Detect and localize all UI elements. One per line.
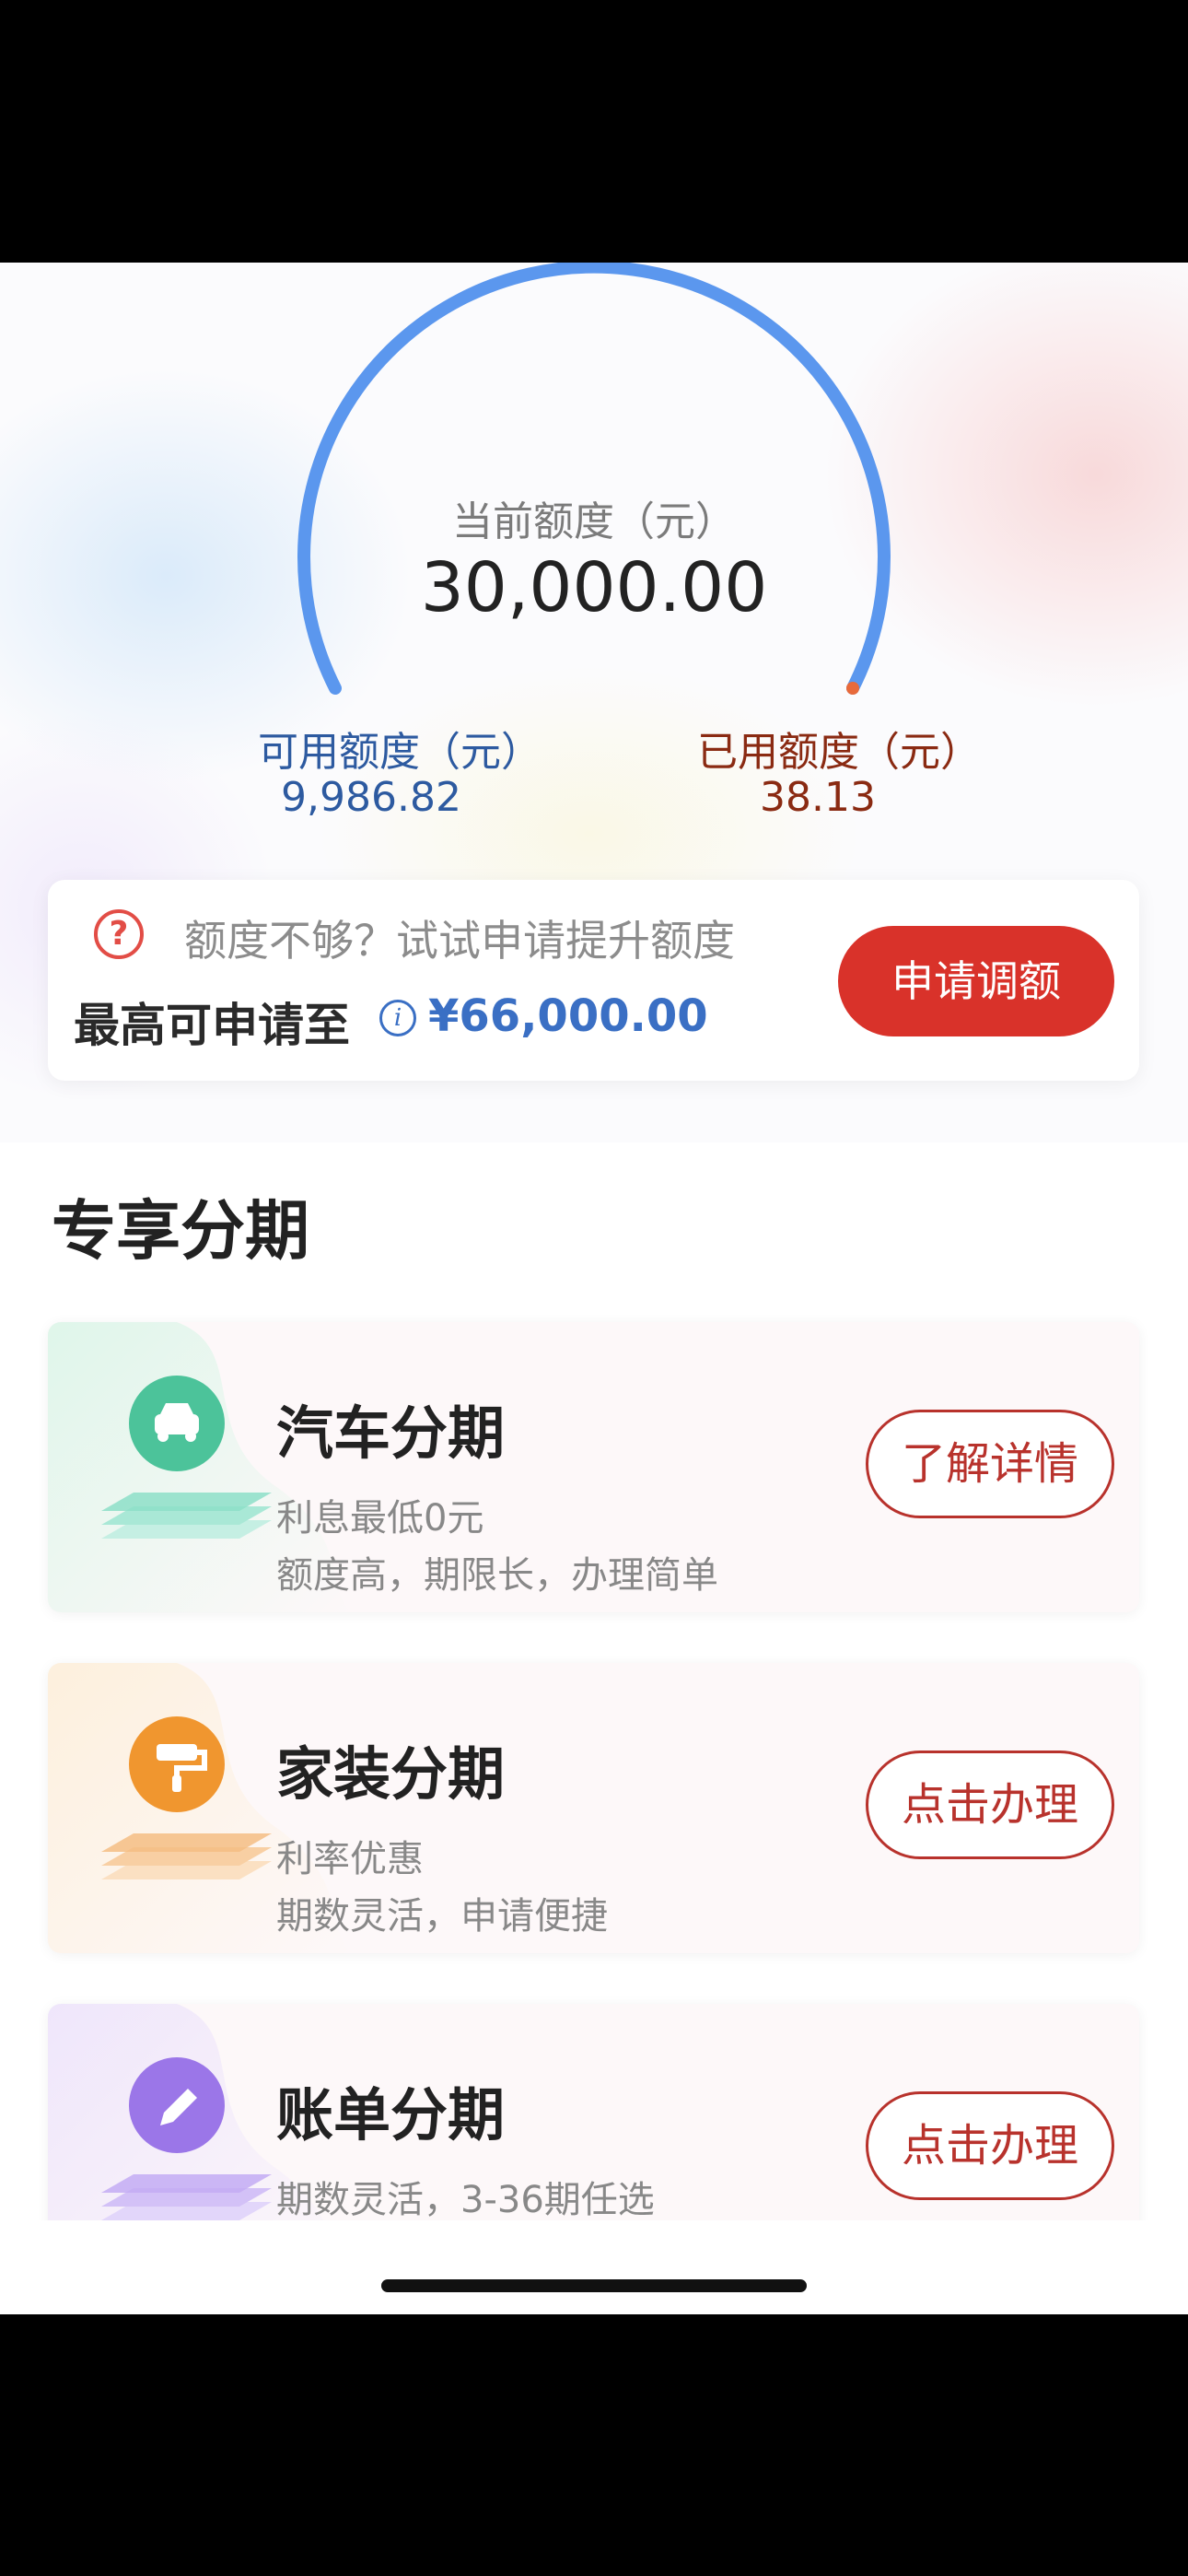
question-icon: ?	[94, 909, 144, 959]
product-card-home[interactable]: 家装分期 利率优惠 期数灵活，申请便捷 点击办理	[48, 1663, 1139, 1953]
info-icon[interactable]: i	[379, 1000, 416, 1036]
available-limit-label: 可用额度（元）	[258, 729, 542, 776]
paint-roller-icon	[64, 1700, 285, 1912]
used-limit-label: 已用额度（元）	[697, 729, 981, 776]
max-apply-value: ¥66,000.00	[428, 990, 708, 1042]
home-indicator[interactable]	[381, 2279, 807, 2292]
learn-more-button[interactable]: 了解详情	[866, 1410, 1114, 1518]
current-limit-label: 当前额度（元）	[452, 498, 736, 545]
product-name: 家装分期	[276, 1740, 506, 1808]
product-feature: 期数灵活，申请便捷	[276, 1895, 608, 1938]
raise-limit-card: ? 额度不够？试试申请提升额度 最高可申请至 i ¥66,000.00 申请调额	[48, 880, 1139, 1081]
product-feature: 利息最低0元	[276, 1497, 484, 1540]
credit-hero: 当前额度（元） 30,000.00 可用额度（元） 9,986.82 已用额度（…	[0, 263, 1188, 1142]
product-feature: 期数灵活，3-36期任选	[276, 2179, 655, 2221]
product-feature: 利率优惠	[276, 1838, 424, 1880]
product-name: 汽车分期	[276, 1399, 506, 1467]
max-apply-label: 最高可申请至	[74, 999, 350, 1052]
product-name: 账单分期	[276, 2081, 506, 2149]
apply-button[interactable]: 点击办理	[866, 2091, 1114, 2200]
product-card-car[interactable]: 汽车分期 利息最低0元 额度高，期限长，办理简单 了解详情	[48, 1322, 1139, 1612]
current-limit-value: 30,000.00	[420, 548, 768, 627]
bottom-bar	[0, 2220, 1188, 2314]
used-limit-value: 38.13	[760, 774, 876, 821]
raise-hint-text: 额度不够？试试申请提升额度	[184, 916, 735, 966]
product-feature: 额度高，期限长，办理简单	[276, 1554, 718, 1597]
apply-button[interactable]: 点击办理	[866, 1751, 1114, 1859]
app-screen: 当前额度（元） 30,000.00 可用额度（元） 9,986.82 已用额度（…	[0, 263, 1188, 2314]
apply-adjust-button[interactable]: 申请调额	[838, 926, 1114, 1036]
car-icon	[64, 1359, 285, 1571]
available-limit-value: 9,986.82	[281, 774, 461, 821]
gauge-used-marker	[846, 682, 859, 695]
section-title: 专享分期	[52, 1193, 309, 1269]
